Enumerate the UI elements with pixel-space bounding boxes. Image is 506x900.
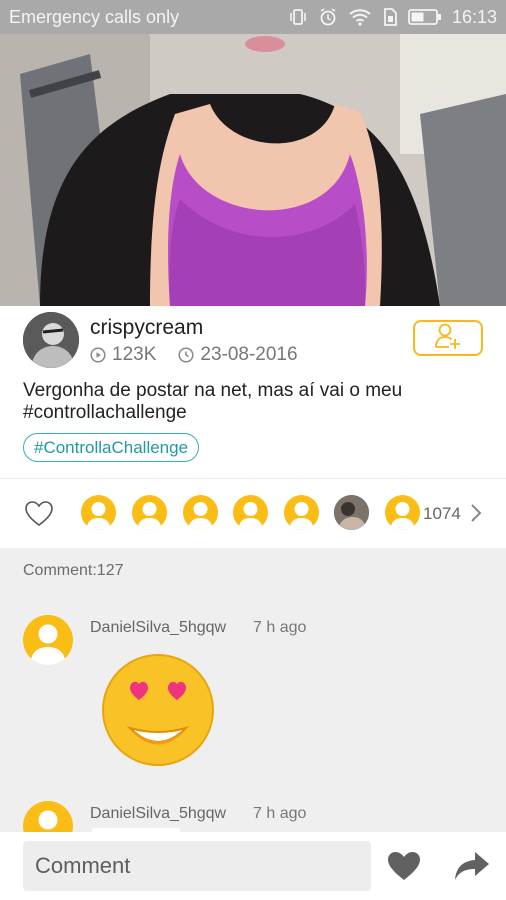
like-heart-icon[interactable]: [24, 500, 54, 533]
author-username[interactable]: crispycream: [90, 316, 203, 340]
liker-avatar[interactable]: [132, 495, 167, 530]
share-icon[interactable]: [453, 850, 491, 887]
post-caption: Vergonha de postar na net, mas aí vai o …: [23, 380, 403, 423]
sim-icon: [382, 7, 398, 27]
play-count: 123K: [112, 344, 157, 365]
post-date: 23-08-2016: [200, 344, 298, 365]
likes-row: 1074: [0, 478, 506, 548]
author-avatar[interactable]: [23, 312, 79, 368]
liker-avatar[interactable]: [385, 495, 420, 530]
play-count-icon: [90, 347, 106, 363]
carrier-text: Emergency calls only: [9, 6, 180, 27]
liker-avatar[interactable]: [81, 495, 116, 530]
battery-icon: [408, 8, 442, 26]
follow-button[interactable]: [413, 320, 483, 356]
comment-time: 7 h ago: [253, 805, 307, 822]
commenter-avatar[interactable]: [23, 801, 73, 832]
liker-avatar[interactable]: [284, 495, 319, 530]
status-icons: 16:13: [288, 7, 497, 28]
liker-avatar[interactable]: [183, 495, 218, 530]
clock-time: 16:13: [451, 6, 497, 27]
vibrate-icon: [288, 7, 308, 27]
wifi-icon: [348, 7, 372, 27]
post-meta: 123K 23-08-2016: [90, 344, 298, 366]
comments-section: Comment:127 DanielSilva_5hgqw 7 h ago Da…: [0, 548, 506, 832]
clock-icon: [178, 347, 194, 363]
post-photo[interactable]: [0, 34, 506, 306]
add-friend-icon: [433, 322, 463, 355]
comment-input[interactable]: [23, 841, 371, 891]
chevron-right-icon[interactable]: [470, 503, 482, 528]
comment-time: 7 h ago: [253, 619, 307, 636]
post-info: crispycream 123K 23-08-2016 Vergonha de …: [0, 306, 506, 478]
alarm-icon: [318, 7, 338, 27]
commenter-avatar[interactable]: [23, 615, 73, 665]
commenter-name[interactable]: DanielSilva_5hgqw: [90, 619, 226, 637]
liker-avatar[interactable]: [233, 495, 268, 530]
heart-eyes-emoji: [100, 652, 216, 773]
likes-count[interactable]: 1074: [423, 504, 461, 524]
liker-avatar-photo[interactable]: [334, 495, 369, 530]
status-bar: Emergency calls only 16:13: [0, 0, 506, 34]
hashtag-chip[interactable]: #ControllaChallenge: [23, 433, 200, 462]
comment-count: Comment:127: [23, 562, 124, 579]
commenter-name[interactable]: DanielSilva_5hgqw: [90, 805, 226, 823]
comment-composer: [0, 832, 506, 900]
heart-icon[interactable]: [386, 850, 422, 887]
